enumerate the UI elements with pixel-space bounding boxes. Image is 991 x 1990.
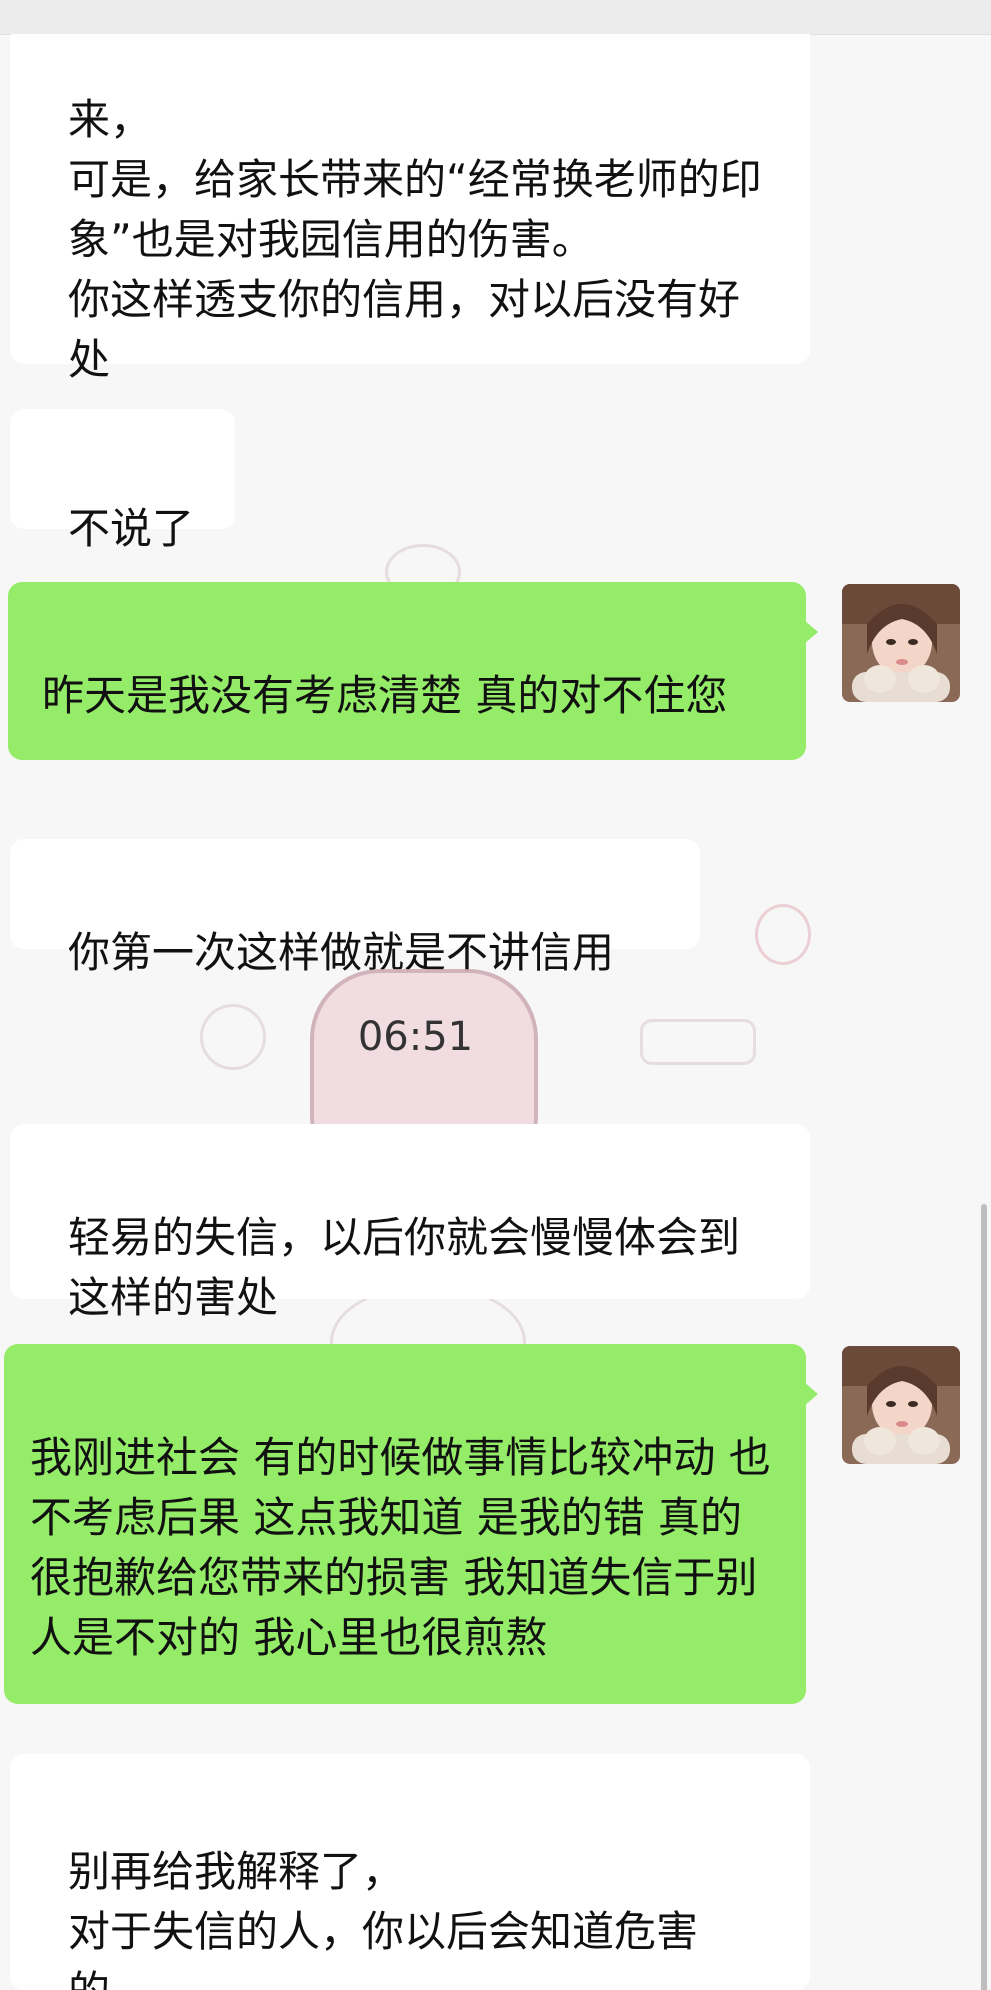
- message-outgoing-2[interactable]: 我刚进社会 有的时候做事情比较冲动 也不考虑后果 这点我知道 是我的错 真的很抱…: [4, 1344, 818, 1704]
- scrollbar[interactable]: [981, 1204, 987, 1990]
- message-timestamp: 06:51: [357, 1014, 474, 1060]
- user-avatar[interactable]: [842, 584, 960, 702]
- avatar-image-icon: [842, 1346, 960, 1464]
- message-text: 我刚进社会 有的时候做事情比较冲动 也不考虑后果 这点我知道 是我的错 真的很抱…: [30, 1433, 771, 1662]
- message-text: 昨天是我没有考虑清楚 真的对不住您: [42, 671, 728, 720]
- user-avatar[interactable]: [842, 1346, 960, 1464]
- avatar-image-icon: [842, 584, 960, 702]
- message-incoming-3[interactable]: 你第一次这样做就是不讲信用: [10, 839, 700, 977]
- message-incoming-4[interactable]: 轻易的失信，以后你就会慢慢体会到这样的害处: [10, 1124, 810, 1322]
- message-incoming-1[interactable]: 来， 可是，给家长带来的“经常换老师的印象”也是对我园信用的伤害。 你这样透支你…: [10, 34, 810, 384]
- message-incoming-2[interactable]: 不说了: [10, 409, 235, 553]
- message-text: 你第一次这样做就是不讲信用: [68, 928, 615, 977]
- message-outgoing-1[interactable]: 昨天是我没有考虑清楚 真的对不住您: [8, 582, 818, 760]
- message-text: 来， 可是，给家长带来的“经常换老师的印象”也是对我园信用的伤害。 你这样透支你…: [68, 95, 762, 384]
- message-text: 不说了: [68, 504, 195, 553]
- message-incoming-5[interactable]: 别再给我解释了， 对于失信的人，你以后会知道危害的。: [10, 1754, 810, 1990]
- doodle-strawberry-icon: [755, 904, 811, 965]
- message-text: 别再给我解释了， 对于失信的人，你以后会知道危害的。: [68, 1847, 699, 1990]
- top-status-strip: [0, 0, 991, 35]
- chat-area[interactable]: 来， 可是，给家长带来的“经常换老师的印象”也是对我园信用的伤害。 你这样透支你…: [0, 34, 991, 1990]
